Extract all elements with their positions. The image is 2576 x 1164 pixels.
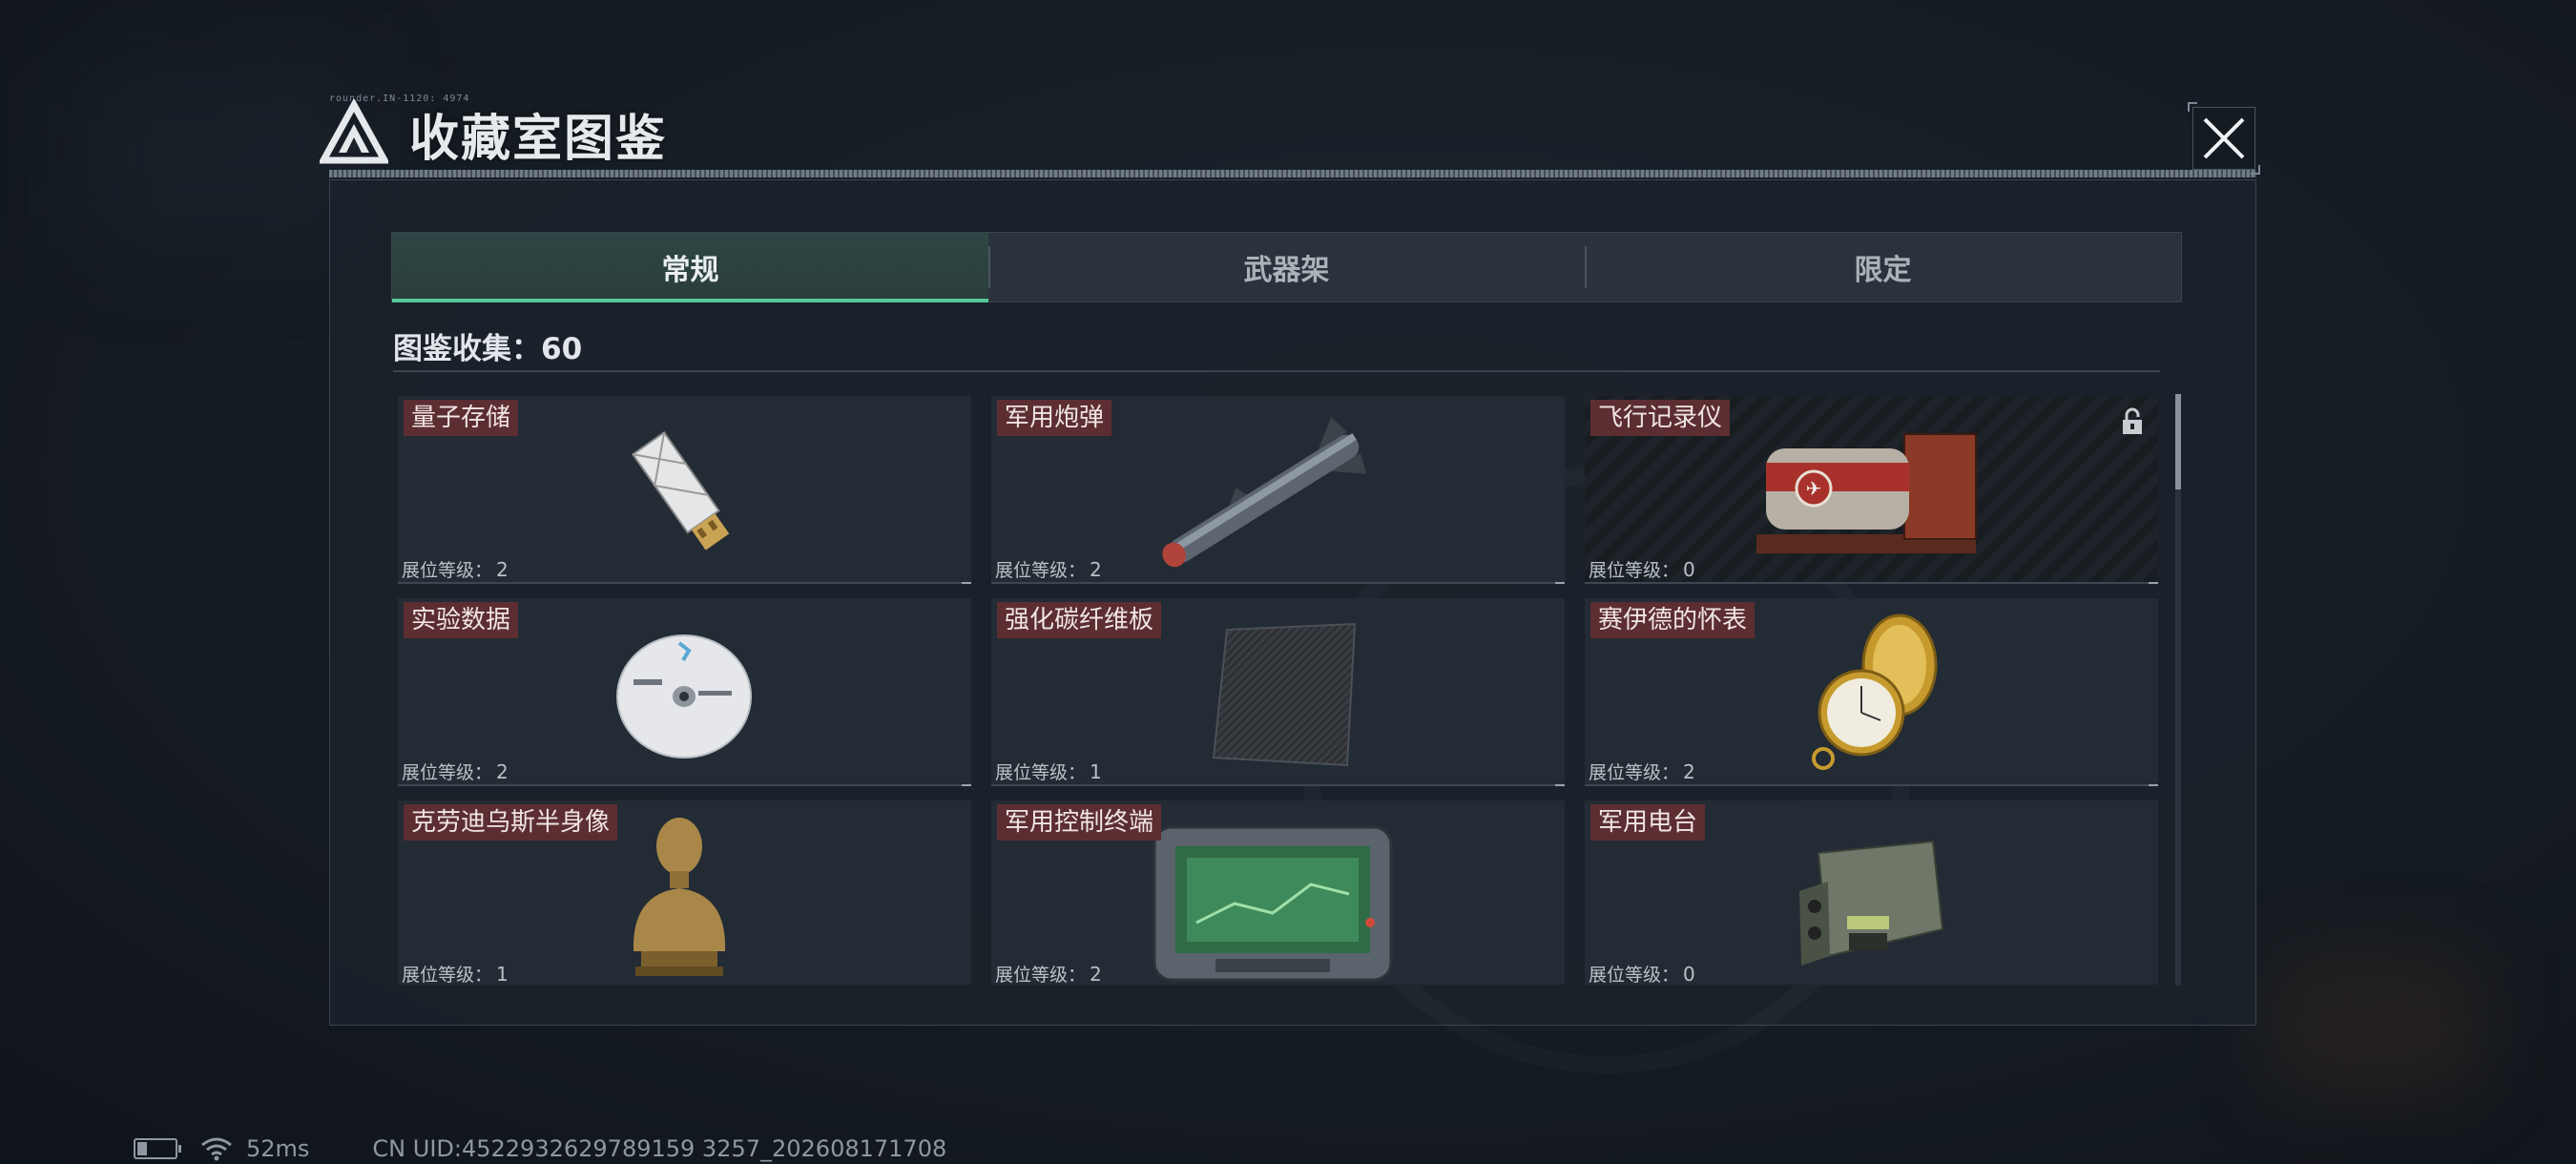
carbon-plate-icon [1212,622,1357,767]
item-name: 军用控制终端 [997,804,1162,841]
scrollbar-thumb[interactable] [2175,394,2181,489]
svg-text:✈: ✈ [1806,477,1822,500]
item-card-carbon-fiber-plate[interactable]: 强化碳纤维板 展位等级： 1 [991,598,1565,786]
item-level: 展位等级： 0 [1589,558,1695,581]
item-grid: 量子存储 展位等级： 2 军用炮弹 展位等级： 2 ✈ 飞行记录仪 展位等级： … [398,396,2158,985]
usb-drive-icon [631,430,730,551]
item-card-military-shell[interactable]: 军用炮弹 展位等级： 2 [991,396,1565,584]
card-divider [398,582,971,584]
item-name: 实验数据 [404,602,519,638]
item-name: 军用炮弹 [997,400,1112,436]
missile-icon [1162,417,1367,568]
disc-icon [616,634,752,759]
item-card-saeed-pocket-watch[interactable]: 赛伊德的怀表 展位等级： 2 [1585,598,2158,786]
item-card-experiment-data[interactable]: 实验数据 展位等级： 2 [398,598,971,786]
item-level: 展位等级： 2 [995,558,1102,581]
item-name: 强化碳纤维板 [997,602,1162,638]
title-divider [329,170,2256,177]
card-divider [991,582,1565,584]
bust-icon [633,818,726,976]
flight-recorder-icon: ✈ [1756,433,1977,553]
item-card-military-control-terminal[interactable]: 军用控制终端 展位等级： 2 [991,800,1565,985]
page-title: 收藏室图鉴 [409,110,668,168]
window-title-bar: 收藏室图鉴 [320,95,667,172]
card-corner-mark [962,582,971,584]
tab-limited[interactable]: 限定 [1585,233,2181,301]
battery-icon [134,1138,181,1159]
item-card-flight-recorder[interactable]: ✈ 飞行记录仪 展位等级： 0 [1585,396,2158,584]
divider [393,370,2160,372]
item-level: 展位等级： 2 [1589,760,1695,783]
background-glow [2271,954,2481,1097]
card-divider [1585,582,2158,584]
item-level: 展位等级： 2 [995,963,1102,985]
radio-icon [1799,840,1944,966]
grid-scrollbar[interactable] [2175,394,2181,986]
item-name: 军用电台 [1590,804,1706,841]
card-corner-mark [2149,582,2158,584]
close-button[interactable] [2188,102,2260,175]
card-corner-mark [962,784,971,786]
item-card-military-radio[interactable]: 军用电台 展位等级： 0 [1585,800,2158,985]
card-divider [1585,784,2158,786]
triangle-logo-icon [320,99,388,164]
collection-label: 图鉴收集： [393,332,541,366]
item-level: 展位等级： 0 [1589,963,1695,985]
user-uid: CN UID:4522932629789159 3257_20260817170… [372,1135,947,1162]
item-level: 展位等级： 2 [402,760,509,783]
control-terminal-icon [1153,825,1393,982]
pocket-watch-icon [1812,613,1938,770]
item-card-claudius-bust[interactable]: 克劳迪乌斯半身像 展位等级： 1 [398,800,971,985]
close-icon [2203,117,2245,159]
collection-count: 图鉴收集：60 [393,324,582,367]
tab-weapon-rack[interactable]: 武器架 [988,233,1585,301]
ping-value: 52ms [246,1135,310,1162]
item-card-quantum-storage[interactable]: 量子存储 展位等级： 2 [398,396,971,584]
item-level: 展位等级： 1 [995,760,1102,783]
item-name: 赛伊德的怀表 [1590,602,1755,638]
item-name: 飞行记录仪 [1590,400,1731,436]
card-corner-mark [2149,784,2158,786]
card-divider [991,784,1565,786]
status-bar: 52ms CN UID:4522932629789159 3257_202608… [134,1135,946,1162]
wifi-icon [201,1137,232,1161]
item-level: 展位等级： 2 [402,558,509,581]
item-name: 量子存储 [404,400,519,436]
card-corner-mark [1555,784,1565,786]
category-tabs: 常规 武器架 限定 [391,232,2182,302]
tab-regular[interactable]: 常规 [392,233,988,302]
card-divider [398,784,971,786]
card-corner-mark [1555,582,1565,584]
collection-value: 60 [541,332,583,366]
lock-icon [2123,407,2142,434]
item-level: 展位等级： 1 [402,963,509,985]
item-name: 克劳迪乌斯半身像 [404,804,618,841]
